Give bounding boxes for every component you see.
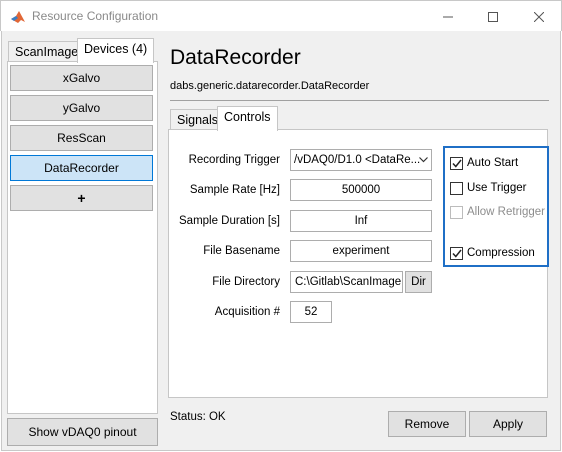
file-directory-label: File Directory: [212, 276, 280, 288]
show-pinout-button[interactable]: Show vDAQ0 pinout: [7, 418, 158, 446]
device-button-resscan[interactable]: ResScan: [10, 125, 153, 151]
matlab-icon: [11, 11, 25, 23]
use-trigger-label: Use Trigger: [467, 182, 527, 194]
acquisition-number-input[interactable]: 52: [290, 301, 332, 323]
status-text: Status: OK: [170, 411, 226, 423]
sample-duration-input[interactable]: Inf: [290, 210, 432, 232]
file-basename-label: File Basename: [203, 245, 280, 257]
checkbox-empty-icon: [450, 181, 463, 195]
auto-start-checkbox[interactable]: Auto Start: [450, 155, 518, 171]
auto-start-label: Auto Start: [467, 157, 519, 169]
close-button[interactable]: [516, 1, 562, 32]
device-button-datarecorder[interactable]: DataRecorder: [10, 155, 153, 181]
allow-retrigger-label: Allow Retrigger: [467, 206, 545, 218]
checkmark-icon: [450, 246, 463, 260]
device-class-path: dabs.generic.datarecorder.DataRecorder: [170, 80, 370, 92]
tab-controls[interactable]: Controls: [217, 106, 278, 131]
compression-label: Compression: [467, 247, 535, 259]
header-separator: [170, 100, 549, 101]
recording-trigger-dropdown[interactable]: /vDAQ0/D1.0 <DataRe...: [290, 149, 432, 171]
device-list-panel: xGalvo yGalvo ResScan DataRecorder +: [7, 61, 158, 414]
checkbox-empty-icon: [450, 205, 463, 219]
tab-scanimage[interactable]: ScanImage: [8, 41, 86, 62]
sample-rate-label: Sample Rate [Hz]: [189, 184, 280, 196]
compression-checkbox[interactable]: Compression: [450, 245, 535, 261]
device-button-ygalvo[interactable]: yGalvo: [10, 95, 153, 121]
device-title: DataRecorder: [170, 46, 301, 69]
sample-rate-input[interactable]: 500000: [290, 179, 432, 201]
maximize-button[interactable]: [470, 1, 516, 32]
maximize-icon: [488, 11, 498, 22]
sample-duration-label: Sample Duration [s]: [179, 215, 280, 227]
chevron-down-icon: [415, 150, 431, 170]
file-basename-input[interactable]: experiment: [290, 240, 432, 262]
file-directory-input[interactable]: C:\Gitlab\ScanImage: [290, 271, 403, 293]
close-icon: [534, 11, 544, 22]
remove-button[interactable]: Remove: [388, 411, 466, 437]
apply-button[interactable]: Apply: [469, 411, 547, 437]
acquisition-number-label: Acquisition #: [214, 306, 280, 318]
device-button-xgalvo[interactable]: xGalvo: [10, 65, 153, 91]
window-title: Resource Configuration: [32, 9, 159, 23]
checkmark-icon: [450, 156, 463, 170]
options-checkbox-group: Auto Start Use Trigger Allow Retrigger C…: [443, 146, 549, 267]
recording-trigger-label: Recording Trigger: [188, 154, 280, 166]
minimize-button[interactable]: [425, 1, 471, 32]
allow-retrigger-checkbox[interactable]: Allow Retrigger: [450, 204, 545, 220]
add-device-button[interactable]: +: [10, 185, 153, 211]
recording-trigger-value: /vDAQ0/D1.0 <DataRe...: [294, 154, 421, 166]
directory-browse-button[interactable]: Dir: [405, 271, 432, 293]
tab-devices[interactable]: Devices (4): [77, 38, 155, 63]
use-trigger-checkbox[interactable]: Use Trigger: [450, 180, 526, 196]
minimize-icon: [443, 16, 453, 17]
title-bar: Resource Configuration: [0, 0, 562, 31]
